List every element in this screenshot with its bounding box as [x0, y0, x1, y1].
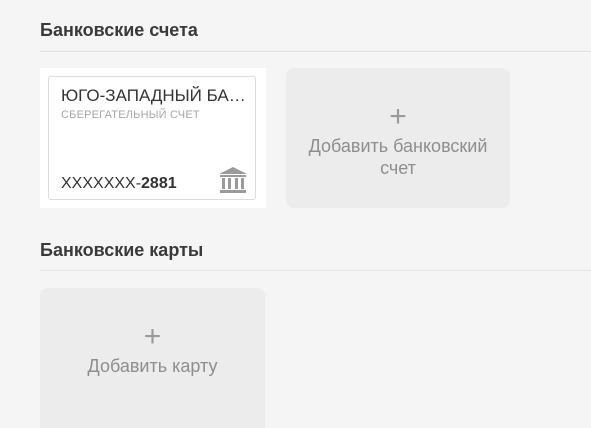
add-bank-account-label: Добавить банковский счет: [308, 136, 488, 178]
bank-account-card-container: ЮГО-ЗАПАДНЫЙ БАНК СБЕРЕГАТЕЛЬНЫЙ СЧЕТ XX…: [40, 68, 266, 208]
bank-accounts-heading: Банковские счета: [40, 20, 198, 40]
add-bank-account-button[interactable]: + Добавить банковский счет: [286, 68, 510, 208]
account-number: XXXXXXX-2881: [61, 174, 177, 194]
add-card-label: Добавить карту: [87, 356, 218, 376]
plus-icon: +: [389, 100, 407, 133]
account-number-mask: XXXXXXX-: [61, 175, 142, 192]
bank-cards-divider: [40, 270, 591, 271]
bank-cards-heading: Банковские карты: [40, 240, 204, 260]
bank-name: ЮГО-ЗАПАДНЫЙ БАНК: [61, 86, 247, 105]
bank-account-card[interactable]: ЮГО-ЗАПАДНЫЙ БАНК СБЕРЕГАТЕЛЬНЫЙ СЧЕТ XX…: [48, 76, 256, 200]
account-number-last4: 2881: [141, 175, 177, 192]
payment-methods-page: Банковские счета ЮГО-ЗАПАДНЫЙ БАНК СБЕРЕ…: [0, 0, 591, 428]
account-type: СБЕРЕГАТЕЛЬНЫЙ СЧЕТ: [61, 109, 200, 121]
bank-icon: [219, 167, 247, 193]
bank-accounts-divider: [40, 51, 591, 52]
plus-icon: +: [143, 320, 162, 353]
add-card-button[interactable]: + Добавить карту: [40, 288, 265, 428]
